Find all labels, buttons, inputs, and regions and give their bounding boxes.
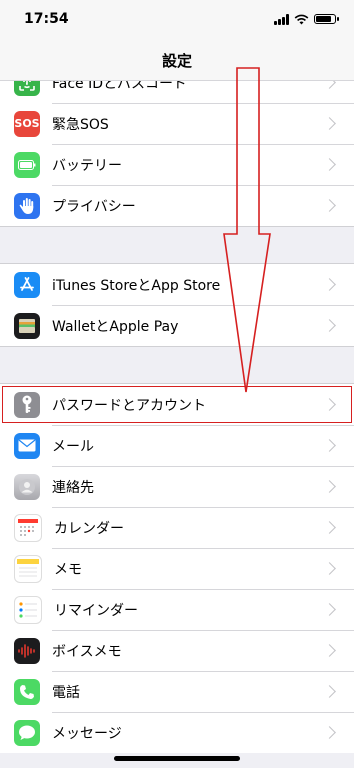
row-label: iTunes StoreとApp Store [52, 277, 221, 294]
chevron-right-icon [323, 319, 336, 332]
row-label: WalletとApple Pay [52, 318, 179, 335]
row-label: リマインダー [54, 602, 138, 619]
chevron-right-icon [323, 726, 336, 739]
sos-icon: SOS [14, 110, 40, 137]
section-separator [0, 226, 354, 264]
chevron-right-icon [323, 562, 336, 575]
section-separator [0, 346, 354, 384]
row-messages[interactable]: メッセージ [0, 712, 354, 753]
calendar-icon [14, 513, 42, 542]
status-bar: 17:54 [0, 0, 354, 40]
settings-group-store: iTunes StoreとApp Store WalletとApple Pay [0, 264, 354, 346]
row-emergency-sos[interactable]: SOS 緊急SOS [0, 103, 354, 144]
status-icons [274, 12, 339, 26]
voice-memo-icon [14, 637, 40, 664]
row-voice-memos[interactable]: ボイスメモ [0, 630, 354, 671]
reminders-icon [14, 595, 42, 624]
row-privacy[interactable]: プライバシー [0, 185, 354, 226]
row-label: 緊急SOS [52, 116, 109, 133]
row-label: メモ [54, 561, 82, 578]
row-label: パスワードとアカウント [52, 397, 206, 414]
row-label: メッセージ [52, 725, 122, 742]
row-reminders[interactable]: リマインダー [0, 589, 354, 630]
sos-icon-text: SOS [14, 117, 40, 130]
row-label: バッテリー [52, 157, 122, 174]
row-itunes-app-store[interactable]: iTunes StoreとApp Store [0, 264, 354, 305]
row-label: カレンダー [54, 520, 124, 537]
cellular-signal-icon [274, 13, 289, 25]
row-contacts[interactable]: 連絡先 [0, 466, 354, 507]
row-calendar[interactable]: カレンダー [0, 507, 354, 548]
wallet-icon [14, 312, 40, 339]
row-label: ボイスメモ [52, 643, 122, 660]
wifi-icon [294, 14, 309, 24]
battery-icon [14, 151, 40, 178]
contacts-icon [14, 473, 40, 500]
row-passwords-accounts[interactable]: パスワードとアカウント [0, 384, 354, 425]
chevron-right-icon [323, 439, 336, 452]
chevron-right-icon [323, 521, 336, 534]
row-label: 連絡先 [52, 479, 94, 496]
chevron-right-icon [323, 158, 336, 171]
home-indicator[interactable] [114, 756, 240, 761]
key-icon [14, 391, 40, 418]
settings-group-apps: パスワードとアカウント メール 連絡先 カレンダー メモ リマインダー ボイスメ… [0, 384, 354, 753]
row-mail[interactable]: メール [0, 425, 354, 466]
settings-list[interactable]: Face IDとパスコード SOS 緊急SOS バッテリー プライバシー iTu… [0, 62, 354, 753]
chevron-right-icon [323, 685, 336, 698]
row-phone[interactable]: 電話 [0, 671, 354, 712]
chevron-right-icon [323, 199, 336, 212]
row-label: 電話 [52, 684, 80, 701]
app-store-icon [14, 271, 40, 298]
chevron-right-icon [323, 603, 336, 616]
phone-icon [14, 678, 40, 705]
chevron-right-icon [323, 398, 336, 411]
battery-status-icon [314, 14, 339, 24]
row-wallet-apple-pay[interactable]: WalletとApple Pay [0, 305, 354, 346]
hand-icon [14, 192, 40, 219]
chevron-right-icon [323, 117, 336, 130]
mail-icon [14, 432, 40, 459]
chevron-right-icon [323, 480, 336, 493]
row-label: メール [52, 438, 94, 455]
settings-group-system: Face IDとパスコード SOS 緊急SOS バッテリー プライバシー [0, 62, 354, 226]
messages-icon [14, 719, 40, 746]
chevron-right-icon [323, 278, 336, 291]
row-battery[interactable]: バッテリー [0, 144, 354, 185]
row-label: プライバシー [52, 198, 136, 215]
status-time: 17:54 [24, 11, 69, 27]
row-notes[interactable]: メモ [0, 548, 354, 589]
page-title: 設定 [161, 51, 192, 70]
chevron-right-icon [323, 644, 336, 657]
navigation-bar: 設定 [0, 40, 354, 81]
notes-icon [14, 554, 42, 583]
